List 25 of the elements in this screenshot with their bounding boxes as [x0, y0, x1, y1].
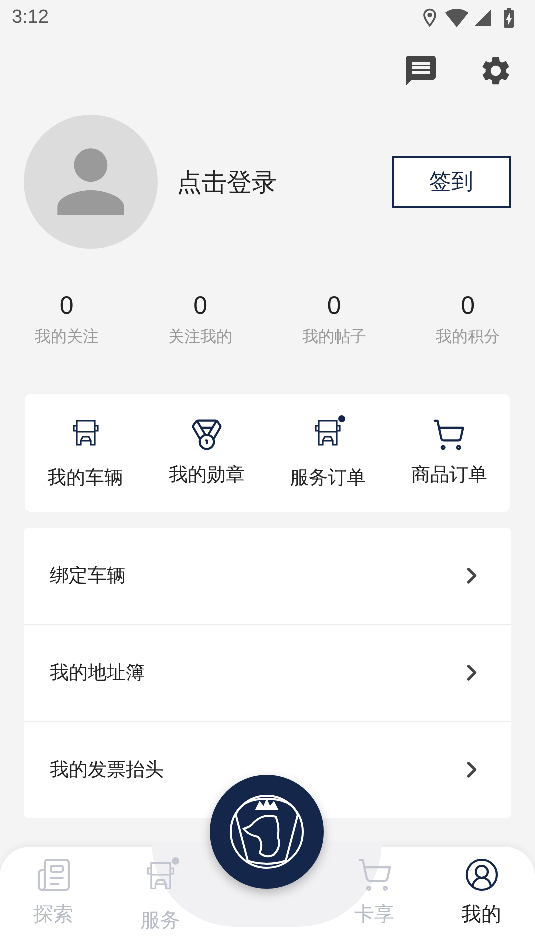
- menu-row[interactable]: 我的地址簿: [24, 624, 511, 721]
- tab[interactable]: 我的: [428, 847, 535, 951]
- shortcut-label[interactable]: 我的勋章: [168, 462, 245, 488]
- menu-row[interactable]: 绑定车辆: [24, 528, 511, 624]
- shortcut-label[interactable]: 商品订单: [411, 462, 488, 488]
- cart-icon: [356, 857, 392, 893]
- stat-value: 0: [60, 292, 74, 321]
- profile-icon: [464, 857, 500, 893]
- wifi-icon: [445, 6, 469, 30]
- medal-icon: [190, 418, 224, 452]
- stat-value: 0: [194, 292, 208, 321]
- signal-icon: [473, 8, 493, 28]
- cart-icon: [432, 418, 466, 452]
- shortcut-label[interactable]: 服务订单: [290, 465, 366, 491]
- shortcut-label[interactable]: 我的车辆: [48, 465, 124, 491]
- menu-label: 绑定车辆: [50, 564, 126, 589]
- checkin-button[interactable]: 签到: [392, 156, 511, 208]
- status-time: 3:12: [12, 7, 49, 29]
- message-icon[interactable]: [403, 53, 439, 89]
- stat-value: 0: [327, 292, 342, 321]
- menu-label: 我的发票抬头: [50, 758, 164, 783]
- newspaper-icon: [36, 857, 72, 893]
- stat-value: 0: [461, 292, 476, 321]
- menu-label: 我的地址簿: [50, 661, 145, 686]
- login-link[interactable]: 点击登录: [177, 166, 392, 198]
